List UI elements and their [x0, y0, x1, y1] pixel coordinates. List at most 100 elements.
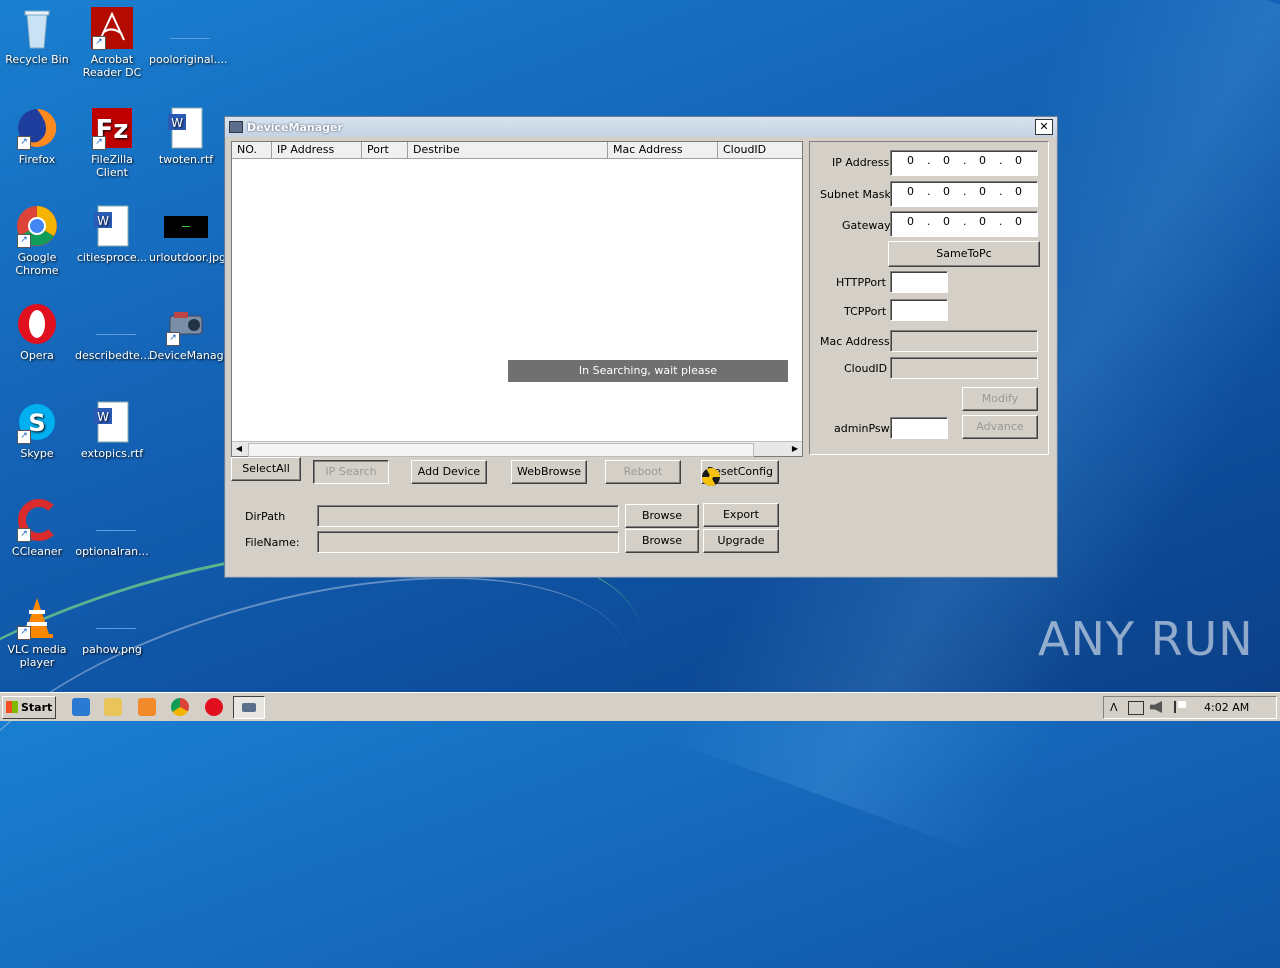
desktop-icon-label: Google Chrome	[15, 251, 59, 277]
ip-octet: 0	[907, 185, 914, 198]
column-header-mac-address[interactable]: Mac Address	[608, 142, 718, 158]
desktop-icon-pooloriginal[interactable]: pooloriginal....	[149, 6, 228, 66]
opera-taskbar-icon[interactable]	[205, 698, 223, 716]
horizontal-scrollbar[interactable]: ◀ ▶	[232, 441, 802, 457]
desktop-icon-twoten[interactable]: W twoten.rtf	[149, 106, 223, 166]
dirpath-field[interactable]	[317, 505, 619, 527]
skype-icon: S ↗	[15, 400, 59, 444]
scroll-left-icon[interactable]: ◀	[232, 442, 246, 456]
filename-field[interactable]	[317, 531, 619, 553]
ip-octet: 0	[1015, 215, 1022, 228]
browse-dirpath-button[interactable]: Browse	[625, 504, 699, 528]
desktop-icon-label: VLC media player	[7, 643, 67, 669]
scroll-right-icon[interactable]: ▶	[788, 442, 802, 456]
file-placeholder-icon	[90, 596, 136, 640]
export-button[interactable]: Export	[703, 503, 779, 527]
busy-cursor-icon	[701, 467, 721, 487]
start-button[interactable]: Start	[2, 696, 56, 719]
system-tray: ᐱ 4:02 AM	[1103, 696, 1277, 719]
recycle-bin-icon	[15, 6, 59, 50]
ip-octet: 0	[907, 215, 914, 228]
action-center-flag-icon[interactable]	[1174, 701, 1188, 713]
device-list[interactable]: NO. IP Address Port Destribe Mac Address…	[231, 141, 803, 457]
clock[interactable]: 4:02 AM	[1204, 697, 1249, 718]
desktop-icon-devicemanage[interactable]: ↗ DeviceManage	[149, 302, 230, 362]
select-all-button[interactable]: SelectAll	[231, 457, 301, 481]
desktop-icon-extopics[interactable]: W extopics.rtf	[75, 400, 149, 460]
desktop-icon-firefox[interactable]: ↗ Firefox	[0, 106, 74, 166]
column-header-ip-address[interactable]: IP Address	[272, 142, 362, 158]
filezilla-icon: Fz ↗	[90, 106, 134, 150]
chrome-taskbar-icon[interactable]	[171, 698, 189, 716]
column-header-destribe[interactable]: Destribe	[408, 142, 608, 158]
mac-address-field[interactable]	[890, 330, 1038, 352]
tcp-port-field[interactable]	[890, 299, 948, 321]
svg-text:W: W	[97, 214, 109, 228]
subnet-mask-field[interactable]: 0. 0. 0. 0	[890, 181, 1038, 207]
desktop-icon-skype[interactable]: S ↗ Skype	[0, 400, 74, 460]
desktop-icon-opera[interactable]: Opera	[0, 302, 74, 362]
desktop-icon-label: twoten.rtf	[158, 153, 214, 166]
desktop-icon-filezilla[interactable]: Fz ↗ FileZilla Client	[75, 106, 149, 179]
column-header-no[interactable]: NO.	[232, 142, 272, 158]
close-button[interactable]: ✕	[1035, 119, 1053, 135]
tcp-port-label: TCPPort	[844, 305, 887, 318]
acrobat-icon: ↗	[90, 6, 134, 50]
ip-address-field[interactable]: 0. 0. 0. 0	[890, 150, 1038, 176]
devicemanager-taskbar-button[interactable]	[233, 696, 265, 719]
desktop-icon-pahow[interactable]: pahow.png	[75, 596, 149, 656]
desktop-icon-describedte[interactable]: describedte...	[75, 302, 150, 362]
web-browse-button[interactable]: WebBrowse	[511, 460, 587, 484]
file-explorer-icon[interactable]	[104, 698, 122, 716]
admin-password-field[interactable]	[890, 417, 948, 439]
same-to-pc-button[interactable]: SameToPc	[888, 241, 1040, 267]
show-hidden-icons-icon[interactable]: ᐱ	[1110, 697, 1118, 718]
media-player-icon[interactable]	[138, 698, 156, 716]
gateway-label: Gateway	[842, 219, 891, 232]
desktop-icon-label: pahow.png	[82, 643, 142, 656]
scrollbar-thumb[interactable]	[248, 443, 754, 457]
cloudid-field[interactable]	[890, 357, 1038, 379]
ip-search-button[interactable]: IP Search	[313, 460, 389, 484]
internet-explorer-icon[interactable]	[72, 698, 90, 716]
modify-button[interactable]: Modify	[962, 387, 1038, 411]
desktop-icon-label: Firefox	[18, 153, 56, 166]
advance-button[interactable]: Advance	[962, 415, 1038, 439]
http-port-field[interactable]	[890, 271, 948, 293]
add-device-button[interactable]: Add Device	[411, 460, 487, 484]
upgrade-button[interactable]: Upgrade	[703, 529, 779, 553]
file-placeholder-icon	[164, 6, 210, 50]
column-header-cloudid[interactable]: CloudID	[718, 142, 801, 158]
desktop-icon-optionalran[interactable]: optionalran...	[75, 498, 149, 558]
desktop-icon-ccleaner[interactable]: ↗ CCleaner	[0, 498, 74, 558]
desktop-icon-acrobat[interactable]: ↗ Acrobat Reader DC	[75, 6, 149, 79]
file-placeholder-icon	[90, 498, 136, 542]
desktop-icon-recycle-bin[interactable]: Recycle Bin	[0, 6, 74, 66]
searching-status-overlay: In Searching, wait please	[508, 360, 788, 382]
shortcut-arrow-icon: ↗	[166, 332, 180, 346]
windows-logo-icon	[6, 701, 18, 713]
desktop-icon-citiesprocess[interactable]: W citiesproce...	[75, 204, 149, 264]
network-icon[interactable]	[1128, 701, 1144, 715]
admin-password-label: adminPsw	[834, 422, 890, 435]
desktop-icon-label: extopics.rtf	[80, 447, 144, 460]
desktop-icon-chrome[interactable]: ↗ Google Chrome	[0, 204, 74, 277]
desktop-icon-label: Acrobat Reader DC	[82, 53, 142, 79]
ip-octet: 0	[943, 215, 950, 228]
volume-icon[interactable]	[1150, 701, 1162, 713]
image-file-icon	[164, 204, 208, 248]
gateway-field[interactable]: 0. 0. 0. 0	[890, 211, 1038, 237]
browse-filename-button[interactable]: Browse	[625, 529, 699, 553]
reboot-button[interactable]: Reboot	[605, 460, 681, 484]
desktop-icon-vlc[interactable]: ↗ VLC media player	[0, 596, 74, 669]
desktop-icon-label: CCleaner	[11, 545, 63, 558]
device-list-header: NO. IP Address Port Destribe Mac Address…	[232, 142, 802, 159]
desktop-icon-label: urloutdoor.jpg	[149, 251, 227, 264]
column-header-port[interactable]: Port	[362, 142, 408, 158]
title-bar[interactable]: DeviceManager	[225, 117, 1057, 137]
desktop-icon-label: Skype	[20, 447, 54, 460]
ip-octet: 0	[1015, 154, 1022, 167]
anyrun-watermark: ANY RUN	[1038, 612, 1254, 666]
file-placeholder-icon	[90, 302, 136, 346]
desktop-icon-urloutdoor[interactable]: urloutdoor.jpg	[149, 204, 227, 264]
